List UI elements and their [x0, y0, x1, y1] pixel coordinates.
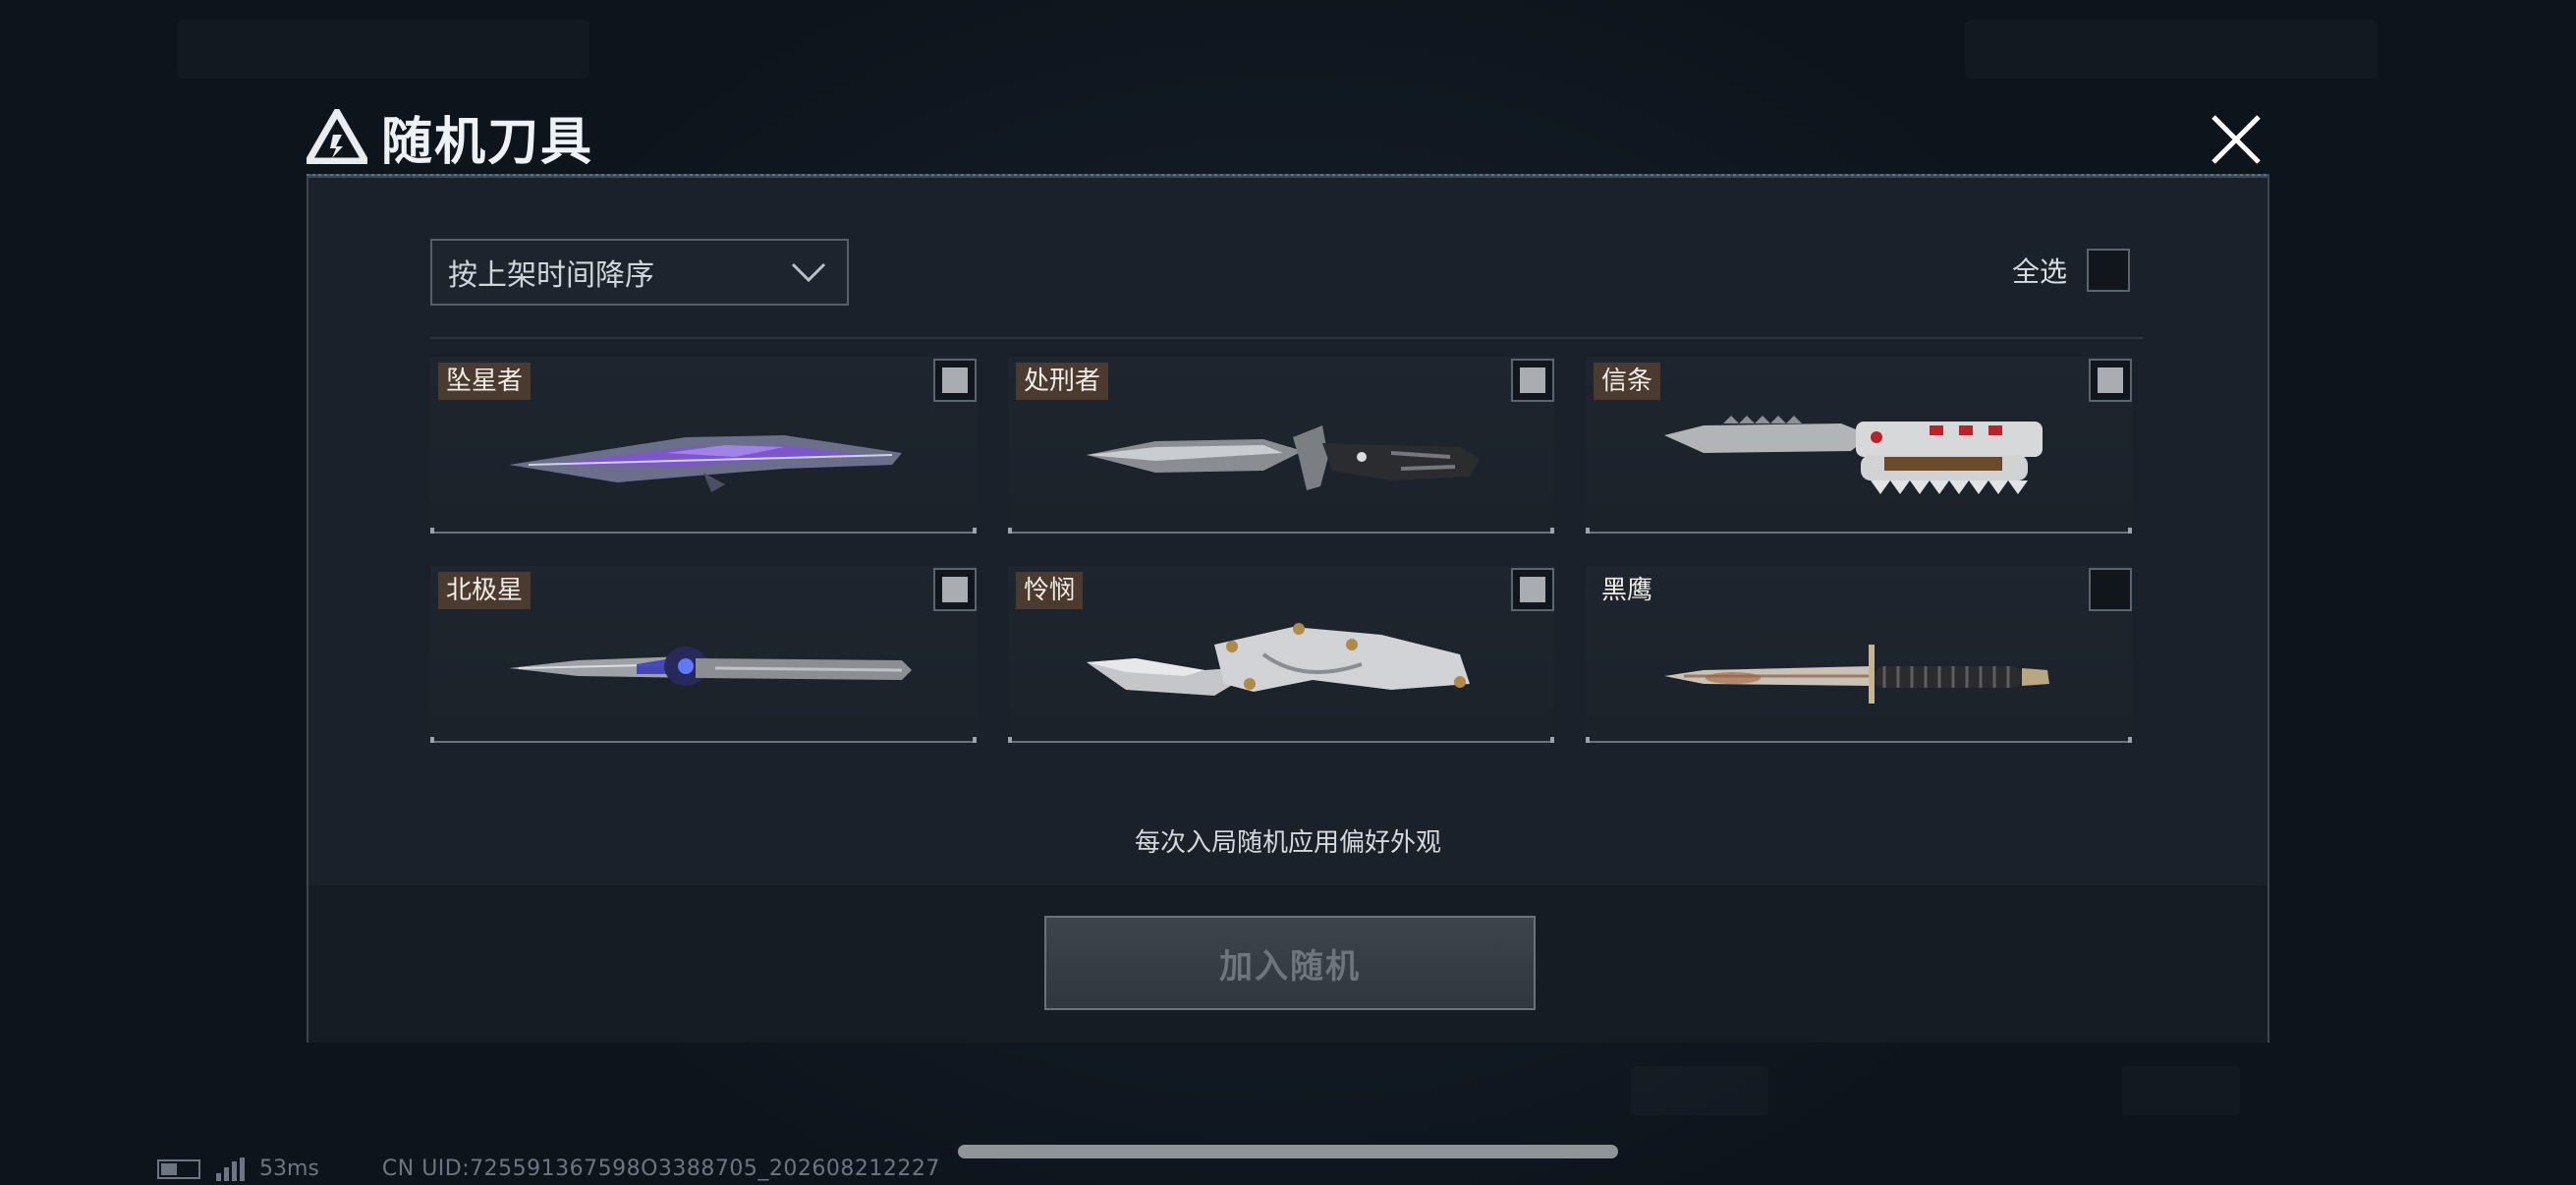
knife-image-creed: [1664, 416, 2043, 494]
knife-checkbox[interactable]: [2089, 359, 2132, 402]
join-random-button[interactable]: 加入随机: [1044, 916, 1536, 1010]
knife-name-label: 信条: [1594, 363, 1661, 400]
knife-image-falling-star: [509, 435, 902, 492]
select-all-checkbox[interactable]: [2087, 249, 2130, 292]
game-logo-icon: [307, 109, 367, 164]
knife-image-executioner: [1087, 425, 1480, 490]
dialog-title-bar: 随机刀具: [307, 102, 594, 172]
background-hud-bottom-right: [2122, 1066, 2240, 1115]
knife-card[interactable]: 处刑者: [1008, 357, 1554, 534]
random-hint-text: 每次入局随机应用偏好外观: [1134, 828, 1441, 858]
knife-checkbox[interactable]: [933, 568, 977, 611]
knife-image-black-hawk: [1664, 645, 2049, 704]
knife-card[interactable]: 北极星: [430, 566, 977, 743]
dialog-title: 随机刀具: [381, 112, 594, 172]
knife-name-label: 黑鹰: [1601, 576, 1653, 605]
home-indicator[interactable]: [958, 1145, 1618, 1158]
knife-image-polaris: [509, 647, 912, 686]
chevron-down-icon: [791, 262, 826, 283]
header-divider: [430, 337, 2144, 339]
knife-name-label: 处刑者: [1016, 363, 1109, 400]
checkbox-checked-mark: [942, 577, 968, 602]
background-hud-top-left: [177, 20, 589, 79]
knife-name-label: 怜悯: [1016, 572, 1084, 609]
knife-name-label: 坠星者: [438, 363, 532, 400]
ping-value: 53ms: [259, 1157, 319, 1181]
checkbox-checked-mark: [942, 367, 968, 393]
select-all-toggle[interactable]: 全选: [2012, 249, 2130, 292]
sort-dropdown[interactable]: 按上架时间降序: [430, 239, 849, 306]
background-hud-top-right: [1965, 20, 2378, 79]
status-bar: 53ms CN UID:725591367598O3388705_2026082…: [157, 1157, 940, 1181]
checkbox-checked-mark: [2098, 367, 2123, 393]
signal-icon: [216, 1157, 248, 1181]
close-icon[interactable]: [2206, 109, 2267, 170]
join-random-button-label: 加入随机: [1219, 946, 1361, 987]
random-knife-panel: 按上架时间降序 全选 坠星者 处刑者 信条 北极星 怜悯 黑鹰 每次入局随机应用…: [307, 176, 2269, 1043]
knife-card[interactable]: 信条: [1586, 357, 2132, 534]
knife-card[interactable]: 坠星者: [430, 357, 977, 534]
battery-icon: [157, 1158, 200, 1179]
knife-image-mercy: [1087, 623, 1470, 696]
select-all-label: 全选: [2011, 255, 2067, 288]
background-hud-bottom: [1631, 1066, 1768, 1115]
knife-checkbox[interactable]: [1511, 568, 1554, 611]
knife-card[interactable]: 黑鹰: [1586, 566, 2132, 743]
checkbox-checked-mark: [1520, 367, 1545, 393]
checkbox-checked-mark: [1520, 577, 1545, 602]
sort-dropdown-label: 按上架时间降序: [448, 258, 654, 293]
knife-checkbox[interactable]: [2089, 568, 2132, 611]
knife-checkbox[interactable]: [933, 359, 977, 402]
knife-checkbox[interactable]: [1511, 359, 1554, 402]
uid-text: CN UID:725591367598O3388705_202608212227: [381, 1157, 940, 1181]
knife-card[interactable]: 怜悯: [1008, 566, 1554, 743]
knife-name-label: 北极星: [438, 572, 532, 609]
